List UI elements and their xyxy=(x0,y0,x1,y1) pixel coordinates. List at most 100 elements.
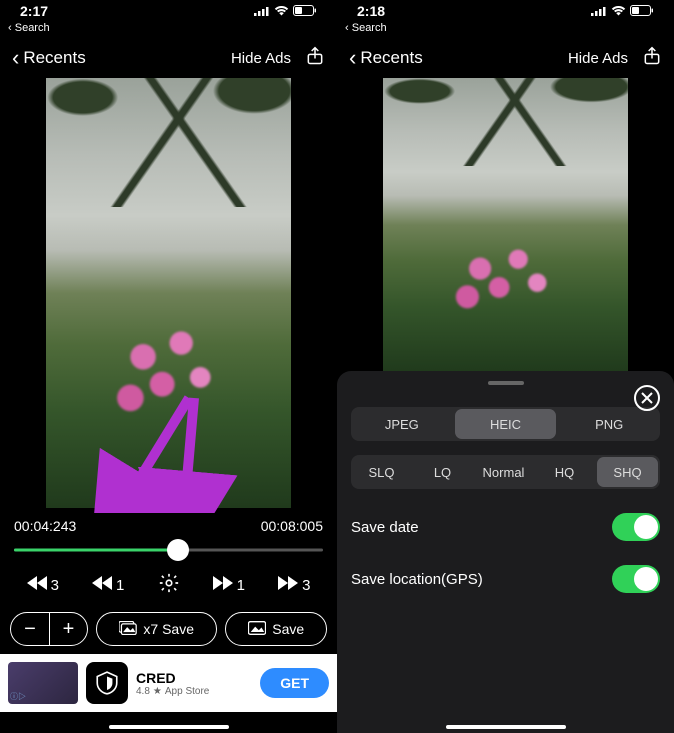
forward-1-label: 1 xyxy=(237,577,245,594)
gear-icon xyxy=(158,572,180,594)
chevron-left-icon: ‹ xyxy=(8,22,12,34)
format-option-heic[interactable]: HEIC xyxy=(455,409,557,439)
hide-ads-button[interactable]: Hide Ads xyxy=(231,50,291,67)
save-location-row: Save location(GPS) xyxy=(351,565,660,593)
status-time: 2:18 xyxy=(357,3,385,19)
back-button[interactable]: ‹ Recents xyxy=(349,47,423,69)
time-row: 00:04:243 00:08:005 xyxy=(0,508,337,538)
rewind-3-label: 3 xyxy=(51,577,59,594)
back-to-search[interactable]: ‹ Search xyxy=(0,22,337,38)
ad-title: CRED xyxy=(136,670,252,686)
status-time: 2:17 xyxy=(20,3,48,19)
quality-option-slq[interactable]: SLQ xyxy=(351,455,412,489)
forward-3-label: 3 xyxy=(302,577,310,594)
decrement-button[interactable]: − xyxy=(11,613,49,645)
ad-app-icon xyxy=(86,662,128,704)
cellular-signal-icon xyxy=(254,3,270,19)
chevron-left-icon: ‹ xyxy=(345,22,349,34)
seek-slider[interactable] xyxy=(14,538,323,562)
forward-3-button[interactable]: 3 xyxy=(278,576,310,594)
burst-image-icon xyxy=(119,621,137,638)
video-preview[interactable] xyxy=(337,78,674,372)
back-search-label: Search xyxy=(352,22,387,34)
status-bar: 2:18 xyxy=(337,0,674,22)
battery-icon xyxy=(293,3,317,19)
status-indicators xyxy=(591,3,654,19)
status-bar: 2:17 xyxy=(0,0,337,22)
wifi-icon xyxy=(611,3,626,19)
share-button[interactable] xyxy=(305,46,325,70)
count-stepper: − + xyxy=(10,612,88,646)
minus-icon: − xyxy=(24,618,36,641)
save-row: − + x7 Save Save xyxy=(0,608,337,654)
format-segmented: JPEGHEICPNG xyxy=(351,407,660,441)
rewind-1-button[interactable]: 1 xyxy=(92,576,124,594)
nav-bar: ‹ Recents Hide Ads xyxy=(337,38,674,78)
status-indicators xyxy=(254,3,317,19)
rewind-icon xyxy=(92,576,112,594)
star-icon: ★ xyxy=(153,686,162,697)
save-location-label: Save location(GPS) xyxy=(351,571,483,588)
sheet-grabber[interactable] xyxy=(488,381,524,385)
x7-save-label: x7 Save xyxy=(143,621,194,637)
chevron-left-icon: ‹ xyxy=(349,47,356,69)
save-button[interactable]: Save xyxy=(225,612,327,646)
save-settings-sheet: JPEGHEICPNG SLQLQNormalHQSHQ Save date S… xyxy=(337,371,674,733)
quality-option-lq[interactable]: LQ xyxy=(412,455,473,489)
rewind-3-button[interactable]: 3 xyxy=(27,576,59,594)
ad-rating: 4.8 xyxy=(136,686,150,697)
rewind-1-label: 1 xyxy=(116,577,124,594)
home-indicator[interactable] xyxy=(109,725,229,729)
back-to-search[interactable]: ‹ Search xyxy=(337,22,674,38)
transport-controls: 3 1 1 3 xyxy=(0,562,337,608)
phone-left: 2:17 ‹ Search ‹ Recents Hide Ads xyxy=(0,0,337,733)
preview-photo xyxy=(46,78,291,508)
format-option-png[interactable]: PNG xyxy=(558,407,660,441)
nav-back-label: Recents xyxy=(360,48,422,68)
save-label: Save xyxy=(272,621,304,637)
forward-1-button[interactable]: 1 xyxy=(213,576,245,594)
quality-option-normal[interactable]: Normal xyxy=(473,455,534,489)
phone-right: 2:18 ‹ Search ‹ Recents Hide Ads xyxy=(337,0,674,733)
cellular-signal-icon xyxy=(591,3,607,19)
ad-banner[interactable]: ⓘ▷ CRED 4.8 ★ App Store GET xyxy=(0,654,337,712)
settings-button[interactable] xyxy=(158,572,180,598)
ad-store: App Store xyxy=(165,686,209,697)
share-button[interactable] xyxy=(642,46,662,70)
image-icon xyxy=(248,621,266,638)
save-date-label: Save date xyxy=(351,519,419,536)
home-indicator[interactable] xyxy=(446,725,566,729)
plus-icon: + xyxy=(63,618,75,641)
chevron-left-icon: ‹ xyxy=(12,47,19,69)
wifi-icon xyxy=(274,3,289,19)
increment-button[interactable]: + xyxy=(49,613,87,645)
nav-back-label: Recents xyxy=(23,48,85,68)
total-time: 00:08:005 xyxy=(261,518,323,534)
forward-icon xyxy=(213,576,233,594)
quality-option-hq[interactable]: HQ xyxy=(534,455,595,489)
battery-icon xyxy=(630,3,654,19)
hide-ads-button[interactable]: Hide Ads xyxy=(568,50,628,67)
close-icon xyxy=(640,391,654,405)
quality-segmented: SLQLQNormalHQSHQ xyxy=(351,455,660,489)
current-time: 00:04:243 xyxy=(14,518,76,534)
close-button[interactable] xyxy=(634,385,660,411)
quality-option-shq[interactable]: SHQ xyxy=(597,457,658,487)
save-location-toggle[interactable] xyxy=(612,565,660,593)
preview-photo xyxy=(383,78,628,372)
back-search-label: Search xyxy=(15,22,50,34)
save-date-toggle[interactable] xyxy=(612,513,660,541)
adchoices-icon: ⓘ▷ xyxy=(10,691,26,702)
format-option-jpeg[interactable]: JPEG xyxy=(351,407,453,441)
video-preview[interactable] xyxy=(0,78,337,508)
x7-save-button[interactable]: x7 Save xyxy=(96,612,217,646)
rewind-icon xyxy=(27,576,47,594)
forward-icon xyxy=(278,576,298,594)
save-date-row: Save date xyxy=(351,513,660,541)
ad-cta-label: GET xyxy=(280,675,309,691)
back-button[interactable]: ‹ Recents xyxy=(12,47,86,69)
ad-text: CRED 4.8 ★ App Store xyxy=(136,670,252,697)
ad-thumbnail: ⓘ▷ xyxy=(8,662,78,704)
ad-get-button[interactable]: GET xyxy=(260,668,329,698)
nav-bar: ‹ Recents Hide Ads xyxy=(0,38,337,78)
